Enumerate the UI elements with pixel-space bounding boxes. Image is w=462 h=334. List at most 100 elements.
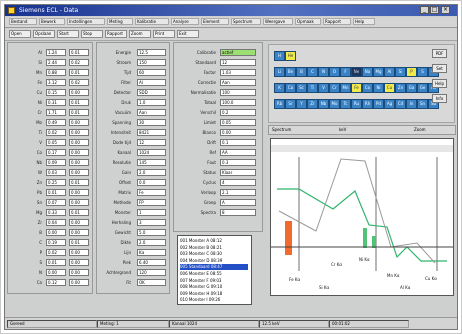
- setting-value[interactable]: 150: [137, 59, 166, 66]
- calibration-value[interactable]: 0.05: [220, 119, 256, 126]
- element-co[interactable]: Co: [362, 83, 373, 93]
- side-button-help[interactable]: Help: [432, 79, 447, 88]
- parameter-error[interactable]: 0.00: [69, 249, 89, 256]
- calibration-value[interactable]: 2.1: [220, 189, 256, 196]
- parameter-error[interactable]: 0.00: [69, 89, 89, 96]
- parameter-value[interactable]: 0.07: [46, 199, 66, 206]
- parameter-error[interactable]: 0.00: [69, 229, 89, 236]
- calibration-value[interactable]: 4: [220, 179, 256, 186]
- list-item[interactable]: 009 Monster H 09:18: [180, 291, 248, 297]
- element-be[interactable]: Be: [285, 67, 296, 77]
- element-si[interactable]: Si: [395, 67, 406, 77]
- parameter-error[interactable]: 0.01: [69, 209, 89, 216]
- element-o[interactable]: O: [329, 67, 340, 77]
- side-button-set[interactable]: Set: [432, 64, 447, 73]
- setting-value[interactable]: 1: [137, 209, 166, 216]
- setting-value[interactable]: Al: [137, 79, 166, 86]
- calibration-value[interactable]: 100.0: [220, 99, 256, 106]
- element-tc[interactable]: Tc: [340, 99, 351, 109]
- element-ti[interactable]: Ti: [307, 83, 318, 93]
- parameter-value[interactable]: 1.24: [46, 49, 66, 56]
- element-y[interactable]: Y: [296, 99, 307, 109]
- menu-bewerk[interactable]: Bewerk: [39, 18, 65, 25]
- menu-spectrum[interactable]: Spectrum: [231, 18, 261, 25]
- menu-help[interactable]: Help: [353, 18, 375, 25]
- setting-value[interactable]: Fe: [137, 189, 166, 196]
- toolbar-zoom-button[interactable]: Zoom: [129, 30, 151, 38]
- element-cd[interactable]: Cd: [395, 99, 406, 109]
- element-mo[interactable]: Mo: [329, 99, 340, 109]
- parameter-value[interactable]: 0.09: [46, 159, 66, 166]
- element-h[interactable]: H: [274, 51, 285, 61]
- setting-value[interactable]: 1.0: [137, 99, 166, 106]
- parameter-value[interactable]: 3.12: [46, 79, 66, 86]
- parameter-value[interactable]: 0.00: [46, 229, 66, 236]
- setting-value[interactable]: 1024: [137, 149, 166, 156]
- menu-meting[interactable]: Meting: [107, 18, 133, 25]
- parameter-error[interactable]: 0.00: [69, 129, 89, 136]
- calibration-value[interactable]: Klaar: [220, 169, 256, 176]
- element-v[interactable]: V: [318, 83, 329, 93]
- setting-value[interactable]: 2.0: [137, 169, 166, 176]
- parameter-error[interactable]: 0.00: [69, 139, 89, 146]
- element-zn[interactable]: Zn: [395, 83, 406, 93]
- parameter-value[interactable]: 1.71: [46, 109, 66, 116]
- element-mn[interactable]: Mn: [340, 83, 351, 93]
- element-al[interactable]: Al: [384, 67, 395, 77]
- setting-value[interactable]: 0.0: [137, 179, 166, 186]
- element-s[interactable]: S: [417, 67, 428, 77]
- element-in[interactable]: In: [406, 99, 417, 109]
- calibration-value[interactable]: 0.1: [220, 139, 256, 146]
- calibration-value[interactable]: A: [220, 199, 256, 206]
- parameter-value[interactable]: 0.05: [46, 139, 66, 146]
- parameter-error[interactable]: 0.01: [69, 109, 89, 116]
- measurement-list[interactable]: 001 Monster A 08:12 002 Monster B 08:21 00…: [177, 235, 252, 305]
- menu-bestand[interactable]: Bestand: [9, 18, 37, 25]
- menu-kalibratie[interactable]: Kalibratie: [135, 18, 169, 25]
- menu-rapport[interactable]: Rapport: [323, 18, 351, 25]
- parameter-value[interactable]: 0.01: [46, 189, 66, 196]
- setting-value[interactable]: 6.40: [137, 259, 166, 266]
- menu-opmaak[interactable]: Opmaak: [295, 18, 321, 25]
- maximize-button[interactable]: □: [430, 6, 439, 14]
- parameter-error[interactable]: 0.00: [69, 119, 89, 126]
- toolbar-print-button[interactable]: Print: [153, 30, 175, 38]
- list-item[interactable]: 002 Monster B 08:21: [180, 245, 248, 251]
- parameter-value[interactable]: 0.04: [46, 219, 66, 226]
- toolbar-rapport-button[interactable]: Rapport: [105, 30, 127, 38]
- element-ru[interactable]: Ru: [351, 99, 362, 109]
- parameter-value[interactable]: 0.02: [46, 249, 66, 256]
- element-cr[interactable]: Cr: [329, 83, 340, 93]
- parameter-value[interactable]: 0.03: [46, 169, 66, 176]
- parameter-value[interactable]: 0.88: [46, 69, 66, 76]
- close-button[interactable]: ×: [441, 6, 450, 14]
- calibration-value[interactable]: 1.03: [220, 69, 256, 76]
- list-item[interactable]: 007 Monster F 09:03: [180, 278, 248, 284]
- calibration-value[interactable]: AA: [220, 149, 256, 156]
- setting-value[interactable]: 30: [137, 119, 166, 126]
- element-li[interactable]: Li: [274, 67, 285, 77]
- element-p[interactable]: P: [406, 67, 417, 77]
- parameter-value[interactable]: 0.19: [46, 239, 66, 246]
- element-zr[interactable]: Zr: [307, 99, 318, 109]
- setting-value[interactable]: 5.0: [137, 229, 166, 236]
- side-button-pdf[interactable]: PDF: [432, 49, 447, 58]
- setting-value[interactable]: 8421: [137, 129, 166, 136]
- element-ne[interactable]: Ne: [351, 67, 362, 77]
- parameter-value[interactable]: 0.31: [46, 99, 66, 106]
- toolbar-opslaan-button[interactable]: Opslaan: [33, 30, 55, 38]
- parameter-value[interactable]: 0.25: [46, 179, 66, 186]
- calibration-value[interactable]: 100: [220, 89, 256, 96]
- list-item[interactable]: 001 Monster A 08:12: [180, 238, 248, 244]
- element-rh[interactable]: Rh: [362, 99, 373, 109]
- element-he[interactable]: He: [285, 51, 296, 61]
- toolbar-start-button[interactable]: Start: [57, 30, 79, 38]
- element-sr[interactable]: Sr: [285, 99, 296, 109]
- calibration-value[interactable]: 0.3: [220, 159, 256, 166]
- menu-analyse[interactable]: Analyse: [171, 18, 199, 25]
- parameter-value[interactable]: 0.33: [46, 209, 66, 216]
- element-ni[interactable]: Ni: [373, 83, 384, 93]
- list-item[interactable]: 010 Monster I 09:26: [180, 297, 248, 303]
- setting-value[interactable]: 120: [137, 269, 166, 276]
- element-sn[interactable]: Sn: [417, 99, 428, 109]
